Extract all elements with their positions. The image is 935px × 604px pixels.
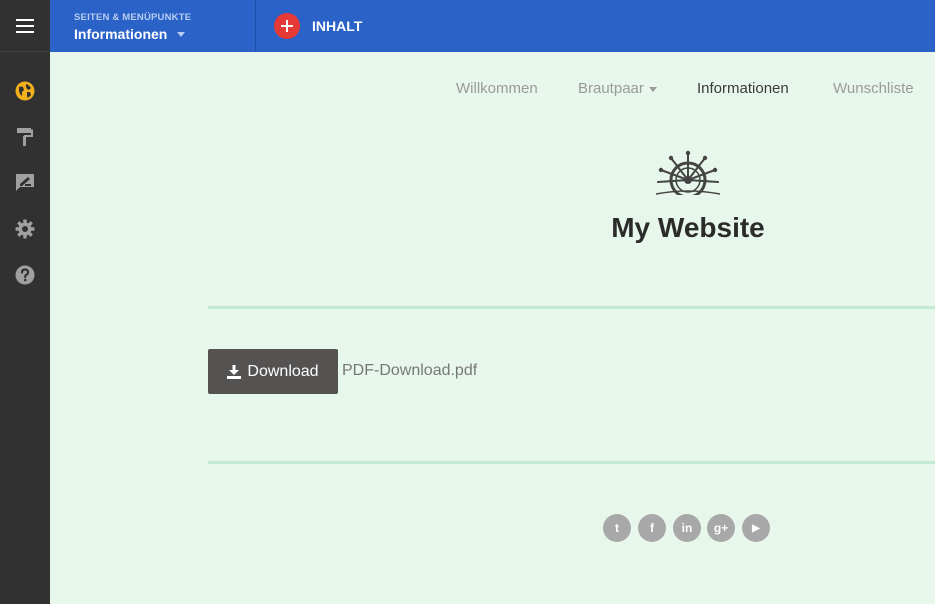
sidebar-item-feedback[interactable] — [0, 168, 50, 198]
twitter-icon[interactable]: t — [603, 514, 631, 542]
feedback-icon — [16, 174, 34, 191]
google-plus-icon[interactable]: g+ — [707, 514, 735, 542]
section-divider — [208, 461, 935, 464]
site-title: My Website — [611, 212, 765, 243]
globe-icon — [15, 81, 35, 101]
add-content-button[interactable]: INHALT — [274, 13, 362, 39]
plus-icon — [274, 13, 300, 39]
top-bar: SEITEN & MENÜPUNKTE Informationen INHALT — [50, 0, 935, 52]
download-file-name: PDF-Download.pdf — [342, 362, 478, 379]
add-content-label: INHALT — [312, 18, 363, 34]
gear-icon — [15, 219, 35, 239]
chevron-down-icon — [177, 31, 186, 37]
page-selector-caption: SEITEN & MENÜPUNKTE — [74, 12, 192, 23]
nav-item-label: Brautpaar — [578, 80, 644, 97]
nav-item-brautpaar[interactable]: Brautpaar — [578, 80, 657, 97]
chevron-down-icon — [648, 86, 657, 92]
sidebar — [0, 0, 50, 604]
ship-wheel-logo — [652, 150, 724, 205]
sidebar-item-settings[interactable] — [0, 214, 50, 244]
section-divider — [208, 306, 935, 309]
paint-roller-icon — [17, 128, 33, 146]
sidebar-item-website[interactable] — [0, 76, 50, 106]
facebook-icon[interactable]: f — [638, 514, 666, 542]
download-button-label: Download — [247, 362, 319, 380]
download-button[interactable]: Download — [208, 349, 338, 394]
download-icon — [227, 364, 242, 379]
hamburger-icon — [16, 18, 34, 33]
sidebar-item-design[interactable] — [0, 122, 50, 152]
nav-item-wunschliste[interactable]: Wunschliste — [833, 80, 914, 97]
current-page-label: Informationen — [74, 26, 168, 42]
help-icon — [15, 265, 35, 285]
nav-item-informationen[interactable]: Informationen — [697, 80, 789, 97]
menu-toggle[interactable] — [0, 0, 50, 52]
page-selector[interactable]: SEITEN & MENÜPUNKTE Informationen — [50, 0, 256, 52]
nav-item-willkommen[interactable]: Willkommen — [456, 80, 538, 97]
sidebar-item-help[interactable] — [0, 260, 50, 290]
ship-wheel-icon — [652, 150, 724, 200]
youtube-icon[interactable]: ▶ — [742, 514, 770, 542]
linkedin-icon[interactable]: in — [673, 514, 701, 542]
